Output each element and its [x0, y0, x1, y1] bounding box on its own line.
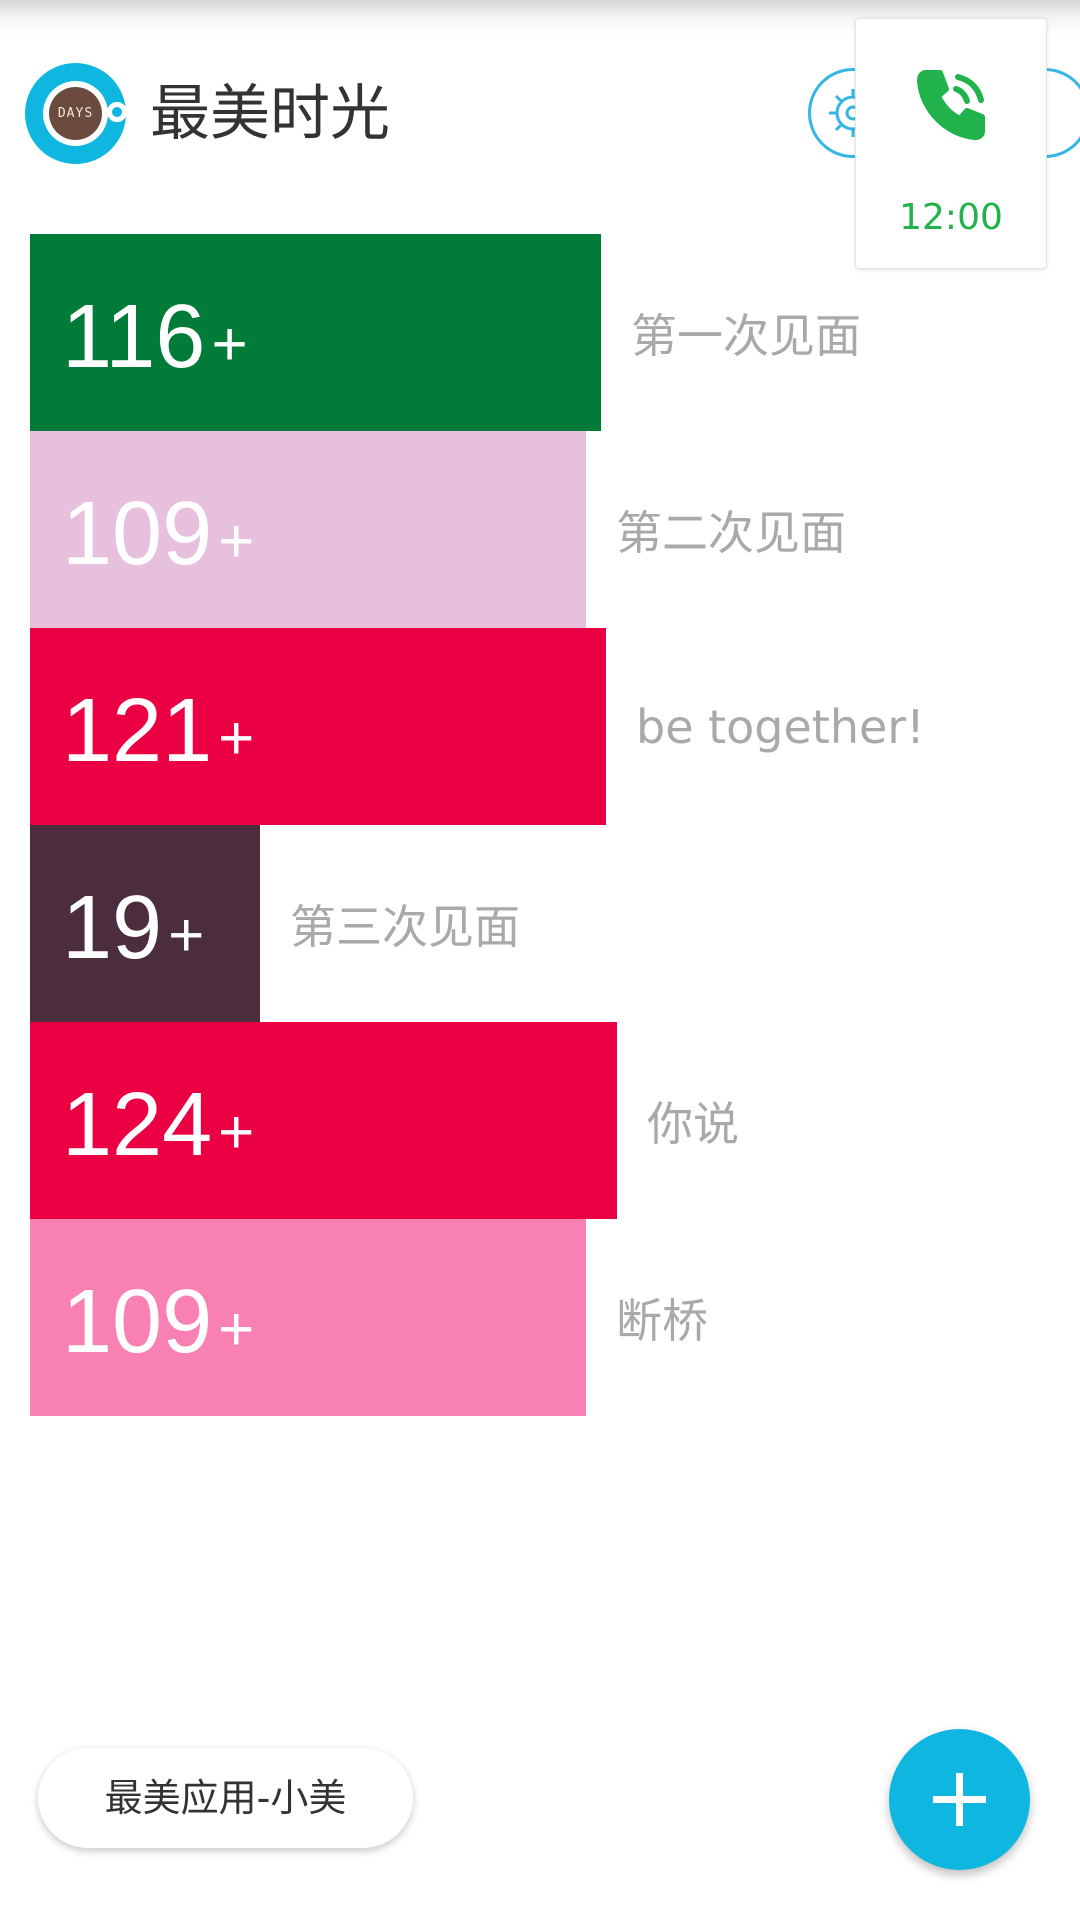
event-bar[interactable]: 121 + — [30, 628, 606, 825]
app-logo: DAYS — [25, 63, 127, 164]
event-count-suffix: + — [218, 506, 255, 576]
event-bar[interactable]: 116 + — [30, 234, 601, 431]
call-widget[interactable]: 12:00 — [855, 18, 1047, 269]
event-count-suffix: + — [218, 1097, 255, 1167]
app-title: 最美时光 — [150, 79, 390, 149]
event-row[interactable]: 109 + 断桥 — [30, 1219, 1050, 1416]
event-count: 19 — [62, 877, 163, 978]
coffee-cup-handle — [107, 102, 127, 122]
coffee-cup-icon: DAYS — [43, 81, 108, 146]
event-count: 121 — [62, 680, 213, 781]
event-bar[interactable]: 19 + — [30, 825, 260, 1022]
event-list: 116 + 第一次见面 109 + 第二次见面 121 + be together! 19 + 第三次… — [30, 234, 1050, 1416]
phone-call-icon — [917, 70, 985, 140]
event-count-suffix: + — [218, 1294, 255, 1364]
event-bar[interactable]: 124 + — [30, 1022, 617, 1219]
logo-text: DAYS — [49, 87, 102, 140]
event-row[interactable]: 116 + 第一次见面 — [30, 234, 1050, 431]
event-count-suffix: + — [211, 309, 248, 379]
event-count: 116 — [62, 286, 206, 387]
event-label: 你说 — [647, 1096, 739, 1151]
add-event-button[interactable] — [889, 1729, 1030, 1870]
event-label: 第三次见面 — [290, 899, 520, 954]
event-row[interactable]: 124 + 你说 — [30, 1022, 1050, 1219]
plus-icon — [933, 1773, 986, 1826]
event-row[interactable]: 109 + 第二次见面 — [30, 431, 1050, 628]
event-label: 第一次见面 — [631, 308, 861, 363]
event-bar[interactable]: 109 + — [30, 431, 586, 628]
event-bar[interactable]: 109 + — [30, 1219, 586, 1416]
call-time: 12:00 — [899, 197, 1003, 238]
event-row[interactable]: 19 + 第三次见面 — [30, 825, 1050, 1022]
event-count-suffix: + — [168, 900, 205, 970]
event-count: 124 — [62, 1074, 213, 1175]
event-label: 断桥 — [616, 1293, 708, 1348]
event-label: be together! — [636, 699, 925, 754]
event-row[interactable]: 121 + be together! — [30, 628, 1050, 825]
event-count-suffix: + — [218, 703, 255, 773]
event-count: 109 — [62, 1271, 213, 1372]
event-label: 第二次见面 — [616, 505, 846, 560]
event-count: 109 — [62, 483, 213, 584]
promo-button[interactable]: 最美应用-小美 — [38, 1748, 413, 1848]
